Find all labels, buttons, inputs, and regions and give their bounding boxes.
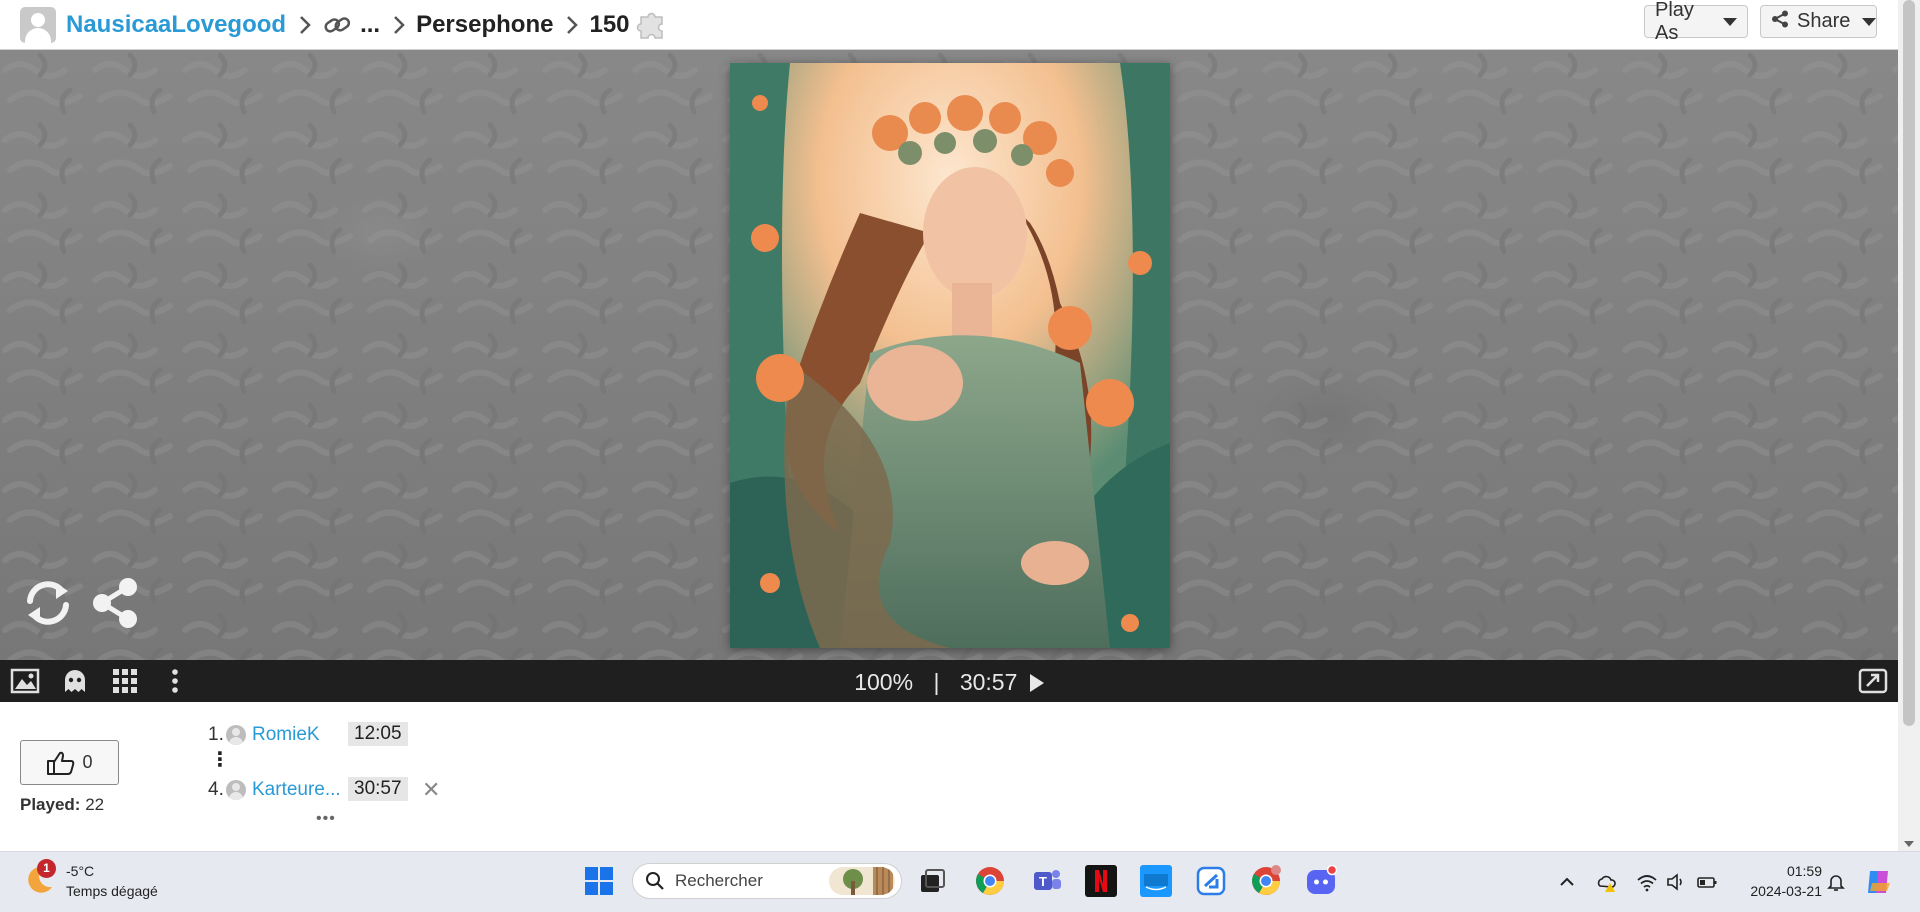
leaderboard-time: 30:57 — [348, 777, 408, 801]
page-header: NausicaaLovegood ... Persephone 150 Play… — [0, 0, 1898, 50]
breadcrumb-ellipsis[interactable]: ... — [360, 11, 380, 39]
scroll-down-arrow-icon[interactable] — [1904, 841, 1914, 847]
chevron-right-icon — [561, 14, 583, 36]
volume-icon[interactable] — [1665, 871, 1687, 893]
chrome-profile-icon[interactable] — [1250, 865, 1282, 897]
svg-text:T: T — [1039, 874, 1047, 889]
notification-badge: 1 — [37, 859, 56, 878]
share-icon[interactable] — [88, 575, 144, 631]
leaderboard-more-icon[interactable]: ⋮ — [210, 747, 230, 772]
play-icon[interactable] — [1029, 674, 1044, 692]
prime-video-icon[interactable] — [1140, 865, 1172, 897]
snipping-tool-icon[interactable] — [1195, 865, 1227, 897]
played-label: Played: — [20, 795, 81, 814]
breadcrumb-collection[interactable]: Persephone — [416, 11, 553, 39]
play-as-button[interactable]: Play As — [1644, 0, 1748, 44]
scrollbar-thumb[interactable] — [1903, 0, 1915, 726]
share-label: Share — [1797, 10, 1851, 32]
onedrive-warning-icon[interactable] — [1596, 871, 1618, 893]
clock-time: 01:59 — [1786, 863, 1822, 879]
leaderboard-player-link[interactable]: Karteure... — [252, 779, 341, 801]
avatar — [226, 780, 246, 800]
search-placeholder: Rechercher — [675, 871, 763, 890]
copilot-icon[interactable] — [1864, 867, 1894, 897]
piece-count: 150 — [589, 10, 630, 38]
timer: 30:57 — [959, 669, 1018, 695]
like-button[interactable]: 0 — [20, 740, 119, 785]
windows-start-icon[interactable] — [583, 865, 615, 897]
played-stat: Played: 22 — [20, 795, 104, 815]
taskbar-clock[interactable]: 01:59 2024-03-21 — [1738, 861, 1822, 901]
breadcrumb: NausicaaLovegood ... Persephone 150 — [0, 0, 668, 49]
battery-icon[interactable] — [1696, 871, 1718, 893]
share-icon — [1771, 10, 1789, 34]
weather-widget[interactable]: 1 -5°C Temps dégagé — [22, 859, 158, 901]
fullscreen-icon[interactable] — [1858, 667, 1888, 695]
netflix-icon[interactable] — [1085, 865, 1117, 897]
teams-icon[interactable]: T — [1031, 865, 1063, 897]
discord-icon[interactable] — [1305, 864, 1338, 897]
user-avatar[interactable] — [20, 6, 56, 43]
page-scrollbar[interactable] — [1898, 0, 1920, 851]
search-icon — [646, 872, 664, 890]
leaderboard-rank: 4. — [208, 779, 224, 800]
moon-icon: 1 — [22, 859, 56, 895]
leaderboard-row: 1. RomieK — [208, 722, 320, 748]
caret-down-icon — [1723, 17, 1737, 26]
link-icon[interactable] — [322, 12, 352, 38]
chevron-up-icon[interactable] — [1556, 871, 1578, 893]
refresh-icon[interactable] — [20, 575, 76, 631]
thumbs-up-icon — [47, 751, 75, 775]
notification-bell-icon[interactable] — [1825, 871, 1847, 893]
puzzle-stage[interactable] — [0, 50, 1898, 660]
search-highlight-image — [829, 867, 895, 895]
leaderboard-rank: 1. — [208, 724, 224, 745]
status-separator: | — [933, 669, 940, 695]
windows-taskbar: 1 -5°C Temps dégagé Rechercher T 01:59 2… — [0, 851, 1920, 912]
temperature: -5°C — [66, 863, 95, 879]
play-as-label: Play As — [1655, 0, 1694, 44]
weather-description: Temps dégagé — [66, 883, 158, 899]
chrome-icon[interactable] — [974, 865, 1006, 897]
like-count: 0 — [82, 752, 93, 772]
clock-date: 2024-03-21 — [1750, 883, 1822, 899]
wifi-icon[interactable] — [1636, 871, 1658, 893]
share-dropdown-button[interactable]: Share — [1760, 5, 1877, 38]
leaderboard-expand-button[interactable]: ••• — [316, 810, 336, 828]
taskbar-search-input[interactable]: Rechercher — [632, 863, 902, 899]
breadcrumb-user-link[interactable]: NausicaaLovegood — [66, 11, 286, 39]
close-icon[interactable]: ✕ — [422, 777, 440, 803]
played-value: 22 — [85, 795, 105, 814]
puzzle-piece-icon — [636, 9, 668, 41]
leaderboard-player-link[interactable]: RomieK — [252, 724, 320, 746]
chevron-right-icon — [294, 14, 316, 36]
zoom-level: 100% — [854, 669, 914, 695]
puzzle-status: 100% | 30:57 — [0, 669, 1898, 696]
puzzle-image[interactable] — [730, 63, 1170, 648]
leaderboard-time: 12:05 — [348, 722, 408, 746]
task-view-icon[interactable] — [917, 865, 949, 897]
avatar — [226, 725, 246, 745]
caret-down-icon — [1862, 17, 1877, 26]
leaderboard-row: 4. Karteure... — [208, 777, 341, 803]
chevron-right-icon — [388, 14, 410, 36]
puzzle-toolbar: 100% | 30:57 — [0, 660, 1898, 702]
